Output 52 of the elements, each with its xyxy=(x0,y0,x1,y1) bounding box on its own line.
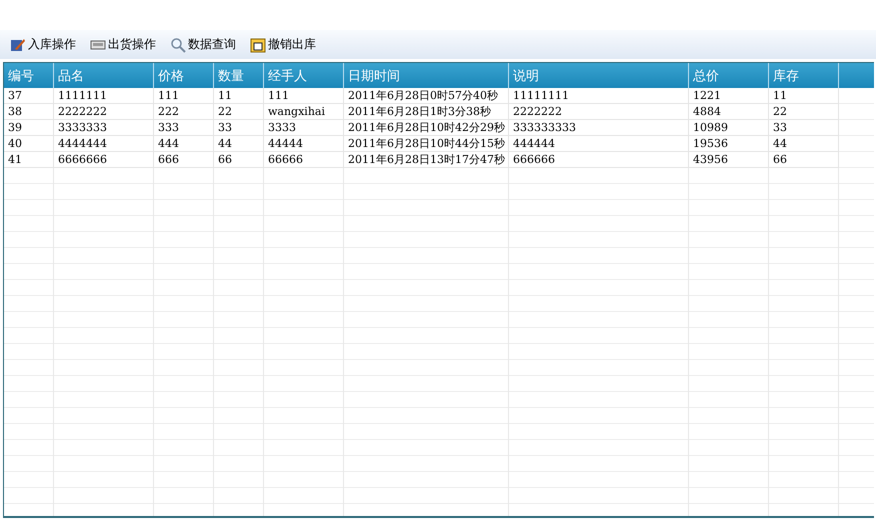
table-cell: 1221 xyxy=(689,88,769,104)
table-cell: 37 xyxy=(4,88,54,104)
calendar-icon xyxy=(250,36,266,52)
table-cell: 43956 xyxy=(689,152,769,168)
table-cell: 2011年6月28日1时3分38秒 xyxy=(344,104,509,120)
table-cell: 3333 xyxy=(264,120,344,136)
table-cell: 666 xyxy=(154,152,214,168)
pen-icon xyxy=(10,36,26,52)
table-cell: 11 xyxy=(214,88,264,104)
table-cell: 1111111 xyxy=(54,88,154,104)
search-icon xyxy=(170,36,186,52)
table-cell: 41 xyxy=(4,152,54,168)
table-cell: 66666 xyxy=(264,152,344,168)
table-cell: 333 xyxy=(154,120,214,136)
table-cell: 2222222 xyxy=(54,104,154,120)
table-cell: 333333333 xyxy=(509,120,689,136)
table-cell: 19536 xyxy=(689,136,769,152)
toolbar-button[interactable]: 入库操作 xyxy=(8,36,78,53)
table-cell: 39 xyxy=(4,120,54,136)
table-cell: 40 xyxy=(4,136,54,152)
table-cell: 6666666 xyxy=(54,152,154,168)
table-cell: 33 xyxy=(769,120,839,136)
table-cell: 3333333 xyxy=(54,120,154,136)
table-cell: 111 xyxy=(154,88,214,104)
table-cell: 2011年6月28日13时17分47秒 xyxy=(344,152,509,168)
table-cell: 4444444 xyxy=(54,136,154,152)
table-cell: 2011年6月28日10时42分29秒 xyxy=(344,120,509,136)
table-cell: 66 xyxy=(214,152,264,168)
table-cell: 11 xyxy=(769,88,839,104)
table-cell: 10989 xyxy=(689,120,769,136)
toolbar-button[interactable]: 出货操作 xyxy=(88,36,158,53)
table-cell: 222 xyxy=(154,104,214,120)
table-cell: 44 xyxy=(214,136,264,152)
table-cell: 4884 xyxy=(689,104,769,120)
table-cell: 2011年6月28日0时57分40秒 xyxy=(344,88,509,104)
table-cell: 666666 xyxy=(509,152,689,168)
toolbar-button[interactable]: 数据查询 xyxy=(168,36,238,53)
toolbar-button[interactable]: 撤销出库 xyxy=(248,36,318,53)
table-cell: 38 xyxy=(4,104,54,120)
table-cell: 33 xyxy=(214,120,264,136)
table-cell: 44444 xyxy=(264,136,344,152)
table-cell: 2011年6月28日10时44分15秒 xyxy=(344,136,509,152)
table-cell: 11111111 xyxy=(509,88,689,104)
table-cell: 2222222 xyxy=(509,104,689,120)
table-cell: 22 xyxy=(769,104,839,120)
table-cell: 22 xyxy=(214,104,264,120)
table-cell: 44 xyxy=(769,136,839,152)
table-cell: wangxihai xyxy=(264,104,344,120)
table-cell: 66 xyxy=(769,152,839,168)
table-cell: 444 xyxy=(154,136,214,152)
table-cell: 444444 xyxy=(509,136,689,152)
table-cell: 111 xyxy=(264,88,344,104)
